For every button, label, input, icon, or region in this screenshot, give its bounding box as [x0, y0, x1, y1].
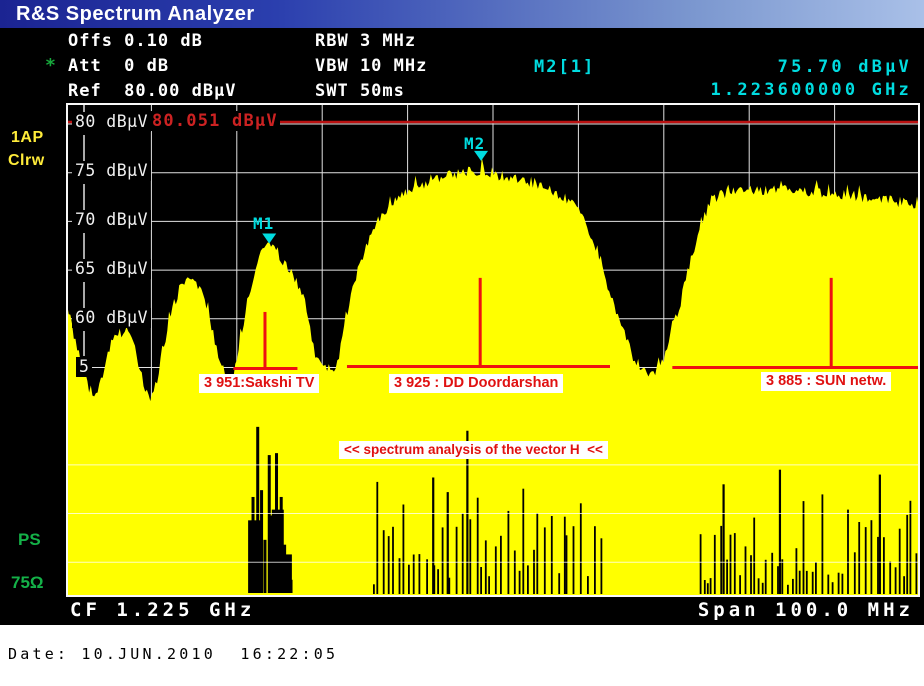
setting-att: Att 0 dB [68, 56, 169, 77]
marker-m2-name: M2[1] [534, 57, 595, 78]
axis-label-75dbuv: 75 dBµV [72, 161, 151, 181]
axis-label-60dbuv: 60 dBµV [72, 308, 151, 328]
marker-m2-symbol-label: M2 [464, 134, 485, 154]
channel-label-dd-doordarshan: 3 925 : DD Doordarshan [389, 374, 563, 393]
marker-m1-symbol-label: M1 [253, 214, 274, 234]
trace-detector-label: 1AP [11, 128, 44, 148]
channel-label-sakshi-tv: 3 951:Sakshi TV [199, 374, 319, 393]
channel-label-sun-network: 3 885 : SUN netw. [761, 372, 891, 391]
setting-swt: SWT 50ms [315, 81, 405, 102]
analysis-note-label: << spectrum analysis of the vector H << [339, 441, 608, 459]
axis-label-55dbuv: 5 [76, 357, 92, 377]
marker-m2-frequency: 1.223600000 GHz [710, 80, 912, 101]
att-manual-star-icon: * [45, 55, 56, 78]
axis-label-70dbuv: 70 dBµV [72, 210, 151, 230]
impedance-label: 75Ω [11, 572, 44, 593]
window-titlebar[interactable]: R&S Spectrum Analyzer [0, 0, 924, 28]
ref-line-value: 80.051 dBµV [150, 111, 280, 131]
setting-offset: Offs 0.10 dB [68, 31, 203, 52]
center-frequency-readout: CF 1.225 GHz [70, 599, 255, 623]
ps-status-label: PS [18, 529, 41, 550]
spectrum-analyzer-screen: R&S Spectrum Analyzer Offs 0.10 dB RBW 3… [0, 0, 924, 686]
marker-m2-level: 75.70 dBµV [778, 57, 912, 78]
setting-ref-level: Ref 80.00 dBµV [68, 81, 237, 102]
setting-rbw: RBW 3 MHz [315, 31, 416, 52]
axis-label-80dbuv: 80 dBµV [72, 112, 151, 132]
axis-label-65dbuv: 65 dBµV [72, 259, 151, 279]
date-time-status: Date: 10.JUN.2010 16:22:05 [8, 645, 338, 664]
span-readout: Span 100.0 MHz [698, 599, 914, 623]
trace-mode-label: Clrw [8, 151, 45, 171]
setting-vbw: VBW 10 MHz [315, 56, 427, 77]
window-title: R&S Spectrum Analyzer [16, 1, 255, 27]
